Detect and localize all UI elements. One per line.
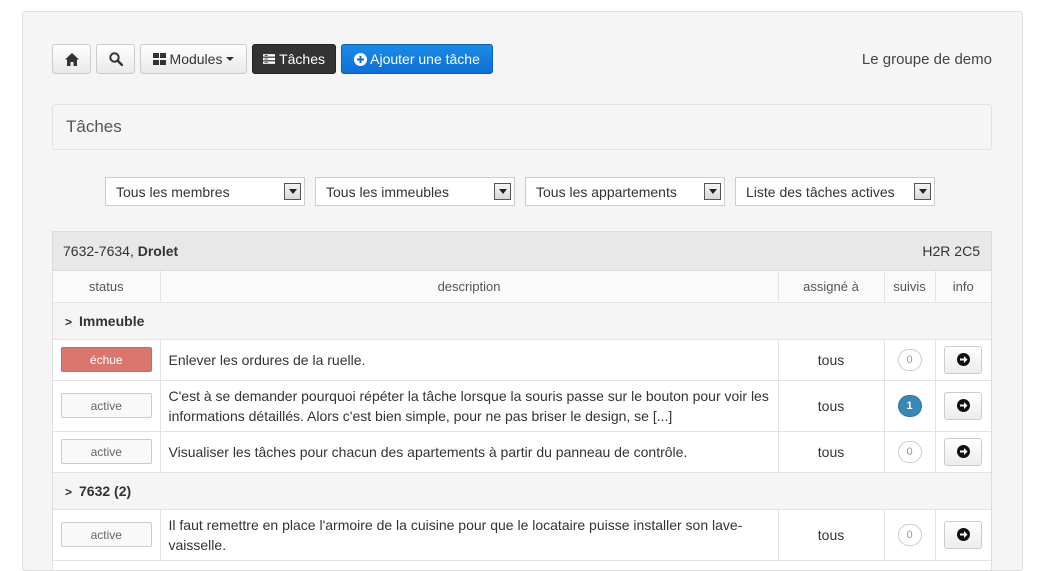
task-description: Enlever les ordures de la ruelle. [159, 338, 779, 381]
chevron-down-icon [704, 183, 721, 200]
task-list-filter-value: Liste des tâches actives [746, 183, 895, 200]
group-row[interactable]: > Immeuble [53, 301, 991, 340]
column-header-status: status [53, 271, 161, 303]
search-icon [108, 52, 123, 66]
task-info-button[interactable] [944, 437, 983, 466]
apartments-filter-select[interactable]: Tous les appartements [525, 177, 725, 206]
column-header-info: info [934, 271, 991, 303]
task-list-filter-select[interactable]: Liste des tâches actives [735, 177, 935, 206]
grid-icon [152, 53, 166, 65]
chevron-right-icon: > [65, 314, 73, 329]
followup-count-badge: 0 [897, 440, 922, 463]
tasks-label: Tâches [279, 51, 325, 67]
chevron-down-icon [494, 183, 511, 200]
arrow-right-circle-icon [956, 399, 970, 412]
status-badge: active [61, 393, 152, 418]
status-badge: active [61, 522, 152, 547]
tasks-button[interactable]: Tâches [252, 44, 336, 74]
arrow-right-circle-icon [956, 353, 970, 366]
column-header-assigned: assigné à [777, 271, 885, 303]
building-task-panel: 7632-7634, Drolet H2R 2C5 status descrip… [52, 231, 992, 571]
column-header-followups: suivis [883, 271, 936, 303]
task-assigned: tous [777, 508, 885, 561]
table-row: active Visualiser les tâches pour chacun… [53, 430, 991, 473]
task-description: C'est à se demander pourquoi répéter la … [159, 379, 779, 432]
task-assigned: tous [777, 430, 885, 473]
task-info-button[interactable] [944, 520, 983, 549]
panel-header: 7632-7634, Drolet H2R 2C5 [53, 232, 991, 271]
group-row[interactable]: >7632 (2) [53, 471, 991, 510]
table-row: active Il faut remettre en place l'armoi… [53, 508, 991, 561]
page-title: Tâches [52, 104, 992, 150]
add-task-label: Ajouter une tâche [370, 51, 480, 67]
chevron-down-icon [226, 57, 235, 61]
modules-label: Modules [169, 51, 223, 67]
home-icon [64, 52, 79, 66]
members-filter-select[interactable]: Tous les membres [105, 177, 305, 206]
building-address: 7632-7634, Drolet [63, 243, 178, 259]
followup-count-badge: 1 [897, 394, 922, 417]
list-icon [263, 54, 276, 64]
buildings-filter-select[interactable]: Tous les immeubles [315, 177, 515, 206]
search-button[interactable] [96, 44, 135, 74]
task-table: status description assigné à suivis info… [53, 271, 991, 561]
chevron-down-icon [284, 183, 301, 200]
arrow-right-circle-icon [956, 528, 970, 541]
apartments-filter-value: Tous les appartements [536, 183, 677, 200]
arrow-right-circle-icon [956, 445, 970, 458]
task-assigned: tous [777, 379, 885, 432]
chevron-down-icon [914, 183, 931, 200]
buildings-filter-value: Tous les immeubles [326, 183, 449, 200]
followup-count-badge: 0 [897, 523, 922, 546]
plus-circle-icon [354, 52, 368, 66]
task-info-button[interactable] [944, 391, 983, 420]
postal-code: H2R 2C5 [922, 243, 980, 259]
group-name: Le groupe de demo [861, 51, 992, 68]
task-info-button[interactable] [944, 345, 983, 374]
followup-count-badge: 0 [897, 348, 922, 371]
table-row: échue Enlever les ordures de la ruelle. … [53, 338, 991, 381]
task-assigned: tous [777, 338, 885, 381]
group-cell[interactable]: >7632 (2) [53, 471, 991, 510]
home-button[interactable] [52, 44, 91, 74]
address-street: Drolet [137, 243, 179, 259]
filter-bar: Tous les membres Tous les immeubles Tous… [105, 177, 935, 206]
add-task-button[interactable]: Ajouter une tâche [341, 44, 493, 74]
task-description: Il faut remettre en place l'armoire de l… [159, 508, 779, 561]
modules-dropdown-button[interactable]: Modules [140, 44, 247, 74]
group-label: Immeuble [79, 312, 145, 329]
status-badge: active [61, 439, 152, 464]
column-header-description: description [159, 271, 779, 303]
status-badge: échue [61, 347, 152, 372]
members-filter-value: Tous les membres [116, 183, 230, 200]
group-label: 7632 (2) [79, 482, 132, 499]
toolbar: Modules Tâches Ajouter une tâche [52, 44, 493, 74]
address-number: 7632-7634, [63, 243, 138, 259]
chevron-right-icon: > [65, 484, 73, 499]
table-row: active C'est à se demander pourquoi répé… [53, 379, 991, 432]
task-description: Visualiser les tâches pour chacun des ap… [159, 430, 779, 473]
group-cell[interactable]: > Immeuble [53, 301, 991, 340]
